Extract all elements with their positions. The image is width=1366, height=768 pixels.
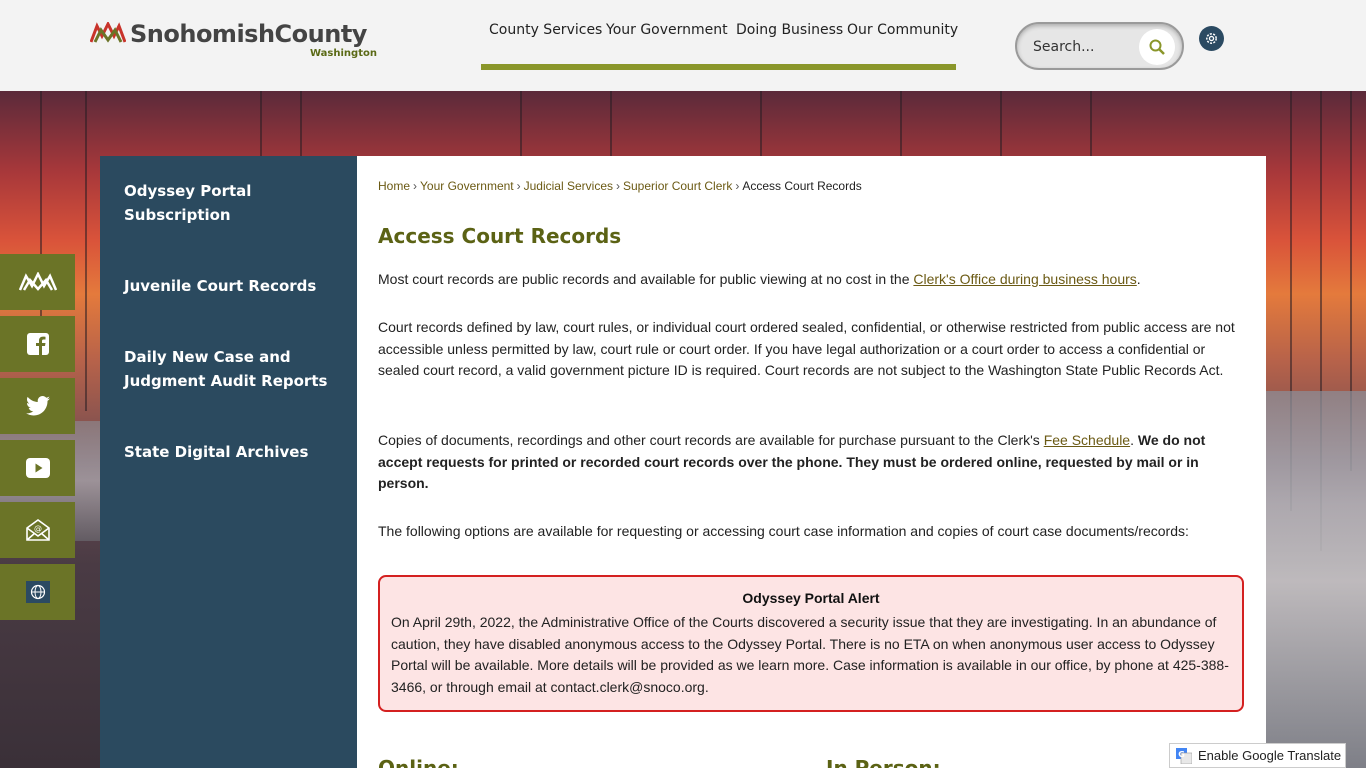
social-twitter-link[interactable] [0,378,75,434]
google-translate-icon: G [1176,747,1192,764]
sidebar-item-odyssey-portal[interactable]: Odyssey Portal Subscription [124,179,344,227]
settings-button[interactable] [1199,26,1224,51]
nav-your-government[interactable]: Your Government [606,22,728,38]
restricted-records-paragraph: Court records defined by law, court rule… [378,319,1235,379]
twitter-icon [25,396,50,416]
social-county-link[interactable] [0,254,75,310]
county-logo[interactable]: SnohomishCounty Washington [90,20,380,62]
odyssey-alert-box: Odyssey Portal Alert On April 29th, 2022… [378,575,1244,712]
svg-text:G: G [1178,750,1185,759]
page-title: Access Court Records [378,224,622,248]
gear-icon [1206,33,1217,44]
intro-paragraph: Most court records are public records an… [378,271,1141,287]
site-header: SnohomishCounty Washington County Servic… [0,0,1366,91]
breadcrumb-home[interactable]: Home [378,179,410,193]
sidebar-item-juvenile-records[interactable]: Juvenile Court Records [124,274,344,298]
social-translate-link[interactable] [0,564,75,620]
nav-doing-business[interactable]: Doing Business [736,22,843,38]
google-translate-button[interactable]: G Enable Google Translate [1169,743,1346,768]
globe-icon [25,581,50,603]
youtube-icon [25,458,50,478]
social-facebook-link[interactable] [0,316,75,372]
online-heading: Online: [378,756,459,768]
svg-text:@: @ [34,524,42,533]
breadcrumb-your-government[interactable]: Your Government [420,179,514,193]
sidebar-item-state-archives[interactable]: State Digital Archives [124,440,344,464]
breadcrumb-judicial-services[interactable]: Judicial Services [524,179,613,193]
breadcrumb: Home › Your Government › Judicial Services › S… [378,179,862,193]
facebook-icon [26,333,49,355]
breadcrumb-current: Access Court Records [742,179,862,193]
county-logo-icon [18,272,57,291]
search-box [1015,22,1184,70]
search-icon [1149,39,1165,55]
search-button[interactable] [1139,29,1175,65]
logo-name: SnohomishCounty [130,20,367,48]
search-input[interactable] [1033,36,1143,58]
clerks-office-hours-link[interactable]: Clerk's Office during business hours [913,271,1136,287]
nav-county-services[interactable]: County Services [489,22,602,38]
alert-title: Odyssey Portal Alert [742,590,880,606]
main-content: Home › Your Government › Judicial Services › S… [357,156,1266,768]
in-person-heading: In Person: [826,756,941,768]
options-paragraph: The following options are available for … [378,523,1189,539]
county-logo-mark-icon [90,22,126,43]
sidebar-nav: Odyssey Portal Subscription Juvenile Cou… [100,156,357,768]
translate-label: Enable Google Translate [1198,748,1342,763]
social-youtube-link[interactable] [0,440,75,496]
alert-body: On April 29th, 2022, the Administrative … [391,614,1229,695]
social-email-link[interactable]: @ [0,502,75,558]
fee-schedule-link[interactable]: Fee Schedule [1044,432,1130,448]
nav-underline [481,64,956,70]
sidebar-item-daily-reports[interactable]: Daily New Case and Judgment Audit Report… [124,345,344,393]
main-nav: County Services Your Government Doing Bu… [481,22,958,72]
logo-subtitle: Washington [310,48,377,59]
copies-paragraph: Copies of documents, recordings and othe… [378,432,1206,492]
email-icon: @ [25,519,50,541]
nav-our-community[interactable]: Our Community [847,22,958,38]
breadcrumb-superior-court-clerk[interactable]: Superior Court Clerk [623,179,732,193]
